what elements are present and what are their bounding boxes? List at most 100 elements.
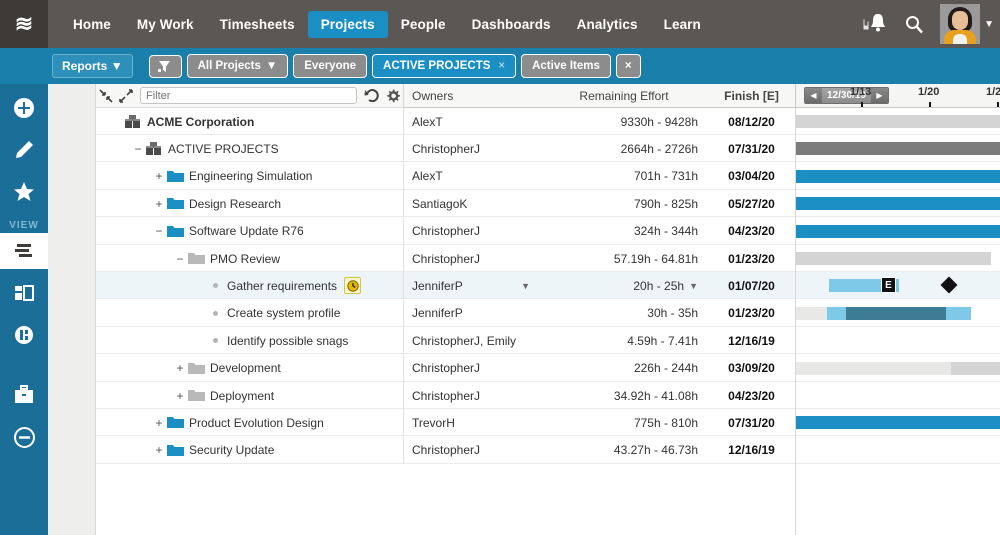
- estimate-badge-icon[interactable]: E: [881, 277, 896, 294]
- table-row[interactable]: − Software Update R76 ChristopherJ 324h - 3…: [96, 217, 1000, 245]
- table-row[interactable]: − ACTIVE PROJECTS ChristopherJ 2664h - 2726…: [96, 135, 1000, 163]
- nav-item-projects[interactable]: Projects: [307, 10, 388, 38]
- row-name-cell[interactable]: + Development: [96, 355, 403, 382]
- expand-toggle-icon[interactable]: +: [152, 443, 166, 457]
- remaining-effort-cell[interactable]: 43.27h - 46.73h: [540, 437, 708, 464]
- table-row[interactable]: + Engineering Simulation AlexT 701h - 731h 0…: [96, 162, 1000, 190]
- gantt-bar[interactable]: [796, 306, 827, 320]
- remaining-effort-cell[interactable]: 57.19h - 64.81h: [540, 245, 708, 272]
- gantt-bar[interactable]: [796, 224, 1000, 238]
- gantt-cell[interactable]: [796, 355, 1000, 382]
- gantt-list-icon[interactable]: [0, 233, 48, 269]
- row-name-cell[interactable]: Create system profile: [96, 300, 403, 327]
- effort-chevron-down-icon[interactable]: ▼: [689, 281, 698, 291]
- remaining-effort-cell[interactable]: 9330h - 9428h: [540, 108, 708, 135]
- row-name-cell[interactable]: Identify possible snags: [96, 327, 403, 354]
- owner-cell[interactable]: ChristopherJ: [403, 245, 540, 272]
- favorite-star-icon[interactable]: [0, 174, 48, 210]
- collapse-toggle-icon[interactable]: −: [131, 142, 145, 156]
- finish-date-cell[interactable]: 04/23/20: [708, 382, 796, 409]
- finish-date-cell[interactable]: 05/27/20: [708, 190, 796, 218]
- nav-item-people[interactable]: People: [388, 11, 459, 38]
- owner-cell[interactable]: AlexT: [403, 162, 540, 190]
- gantt-bar[interactable]: [846, 306, 946, 320]
- row-name-cell[interactable]: + Security Update: [96, 437, 403, 464]
- expand-toggle-icon[interactable]: +: [152, 169, 166, 183]
- gantt-cell[interactable]: [796, 108, 1000, 135]
- row-name-cell[interactable]: Gather requirements: [96, 272, 403, 299]
- vertical-scrollbar[interactable]: [996, 108, 1000, 535]
- finish-date-cell[interactable]: 01/23/20: [708, 245, 796, 272]
- owner-cell[interactable]: ChristopherJ: [403, 436, 540, 464]
- gantt-bar[interactable]: [796, 416, 1000, 430]
- finish-date-cell[interactable]: 03/09/20: [708, 354, 796, 382]
- filter-chip-active-items[interactable]: Active Items: [521, 54, 611, 78]
- table-row[interactable]: + Development ChristopherJ 226h - 244h 03/09…: [96, 354, 1000, 382]
- finish-date-cell[interactable]: 01/07/20: [708, 272, 796, 300]
- table-row[interactable]: + Security Update ChristopherJ 43.27h - 46.…: [96, 436, 1000, 464]
- prev-period-arrow-icon[interactable]: ◀: [805, 88, 822, 103]
- add-icon[interactable]: [0, 90, 48, 126]
- owner-cell[interactable]: ChristopherJ: [403, 382, 540, 409]
- reports-button[interactable]: Reports ▼: [52, 54, 133, 78]
- gear-icon[interactable]: [382, 85, 403, 106]
- owner-cell[interactable]: JenniferP: [403, 299, 540, 327]
- gantt-cell[interactable]: [796, 135, 1000, 162]
- filter-funnel-icon[interactable]: [148, 54, 182, 78]
- table-row[interactable]: − PMO Review ChristopherJ 57.19h - 64.81h 01…: [96, 245, 1000, 272]
- owner-cell[interactable]: ChristopherJ: [403, 217, 540, 245]
- edit-pencil-icon[interactable]: [0, 132, 48, 168]
- gantt-bar[interactable]: [796, 197, 1000, 211]
- column-header-finish[interactable]: Finish [E]: [708, 84, 796, 108]
- collapse-toggle-icon[interactable]: −: [173, 252, 187, 266]
- gantt-cell[interactable]: [796, 409, 1000, 436]
- owner-cell[interactable]: AlexT: [403, 108, 540, 135]
- collapse-toggle-icon[interactable]: −: [152, 224, 166, 238]
- owner-chevron-down-icon[interactable]: ▼: [521, 281, 530, 291]
- remaining-effort-cell[interactable]: 20h - 25h ▼: [540, 272, 708, 299]
- collapse-arrows-icon[interactable]: [96, 86, 116, 106]
- row-name-cell[interactable]: + Engineering Simulation: [96, 163, 403, 190]
- table-row[interactable]: + Product Evolution Design TrevorH 775h - 8…: [96, 409, 1000, 437]
- gantt-cell[interactable]: [796, 382, 1000, 409]
- owner-cell[interactable]: ChristopherJ: [403, 354, 540, 382]
- finish-date-cell[interactable]: 12/16/19: [708, 327, 796, 355]
- finish-date-cell[interactable]: 08/12/20: [708, 108, 796, 135]
- undo-icon[interactable]: [361, 85, 382, 106]
- minus-circle-icon[interactable]: [0, 419, 48, 455]
- table-row[interactable]: + Deployment ChristopherJ 34.92h - 41.08h 04…: [96, 382, 1000, 409]
- gantt-cell[interactable]: E: [796, 300, 1000, 327]
- finish-date-cell[interactable]: 07/31/20: [708, 135, 796, 163]
- remaining-effort-cell[interactable]: 324h - 344h: [540, 218, 708, 245]
- table-row[interactable]: ACME Corporation AlexT 9330h - 9428h 08/12/…: [96, 108, 1000, 135]
- filter-chip-active-projects[interactable]: ACTIVE PROJECTS ×: [372, 54, 517, 78]
- row-name-cell[interactable]: + Product Evolution Design: [96, 409, 403, 436]
- nav-item-home[interactable]: Home: [60, 11, 124, 38]
- expand-toggle-icon[interactable]: +: [173, 389, 187, 403]
- finish-date-cell[interactable]: 12/16/19: [708, 436, 796, 464]
- remaining-effort-cell[interactable]: 226h - 244h: [540, 355, 708, 382]
- row-name-cell[interactable]: + Deployment: [96, 382, 403, 409]
- chip-close-icon[interactable]: ×: [498, 60, 505, 72]
- gantt-bar[interactable]: [796, 142, 1000, 156]
- gantt-cell[interactable]: [796, 327, 1000, 354]
- briefcase-icon[interactable]: [0, 377, 48, 413]
- remaining-effort-cell[interactable]: 34.92h - 41.08h: [540, 382, 708, 409]
- gantt-bar[interactable]: [796, 115, 1000, 128]
- gantt-cell[interactable]: [796, 218, 1000, 245]
- owner-cell[interactable]: ChristopherJ: [403, 135, 540, 163]
- gantt-bar[interactable]: [951, 361, 1000, 375]
- finish-date-cell[interactable]: 04/23/20: [708, 217, 796, 245]
- budget-circle-icon[interactable]: [0, 317, 48, 353]
- filter-input[interactable]: [140, 87, 357, 104]
- finish-date-cell[interactable]: 01/23/20: [708, 299, 796, 327]
- nav-item-dashboards[interactable]: Dashboards: [459, 11, 564, 38]
- gantt-bar[interactable]: [796, 252, 991, 265]
- row-name-cell[interactable]: + Design Research: [96, 190, 403, 217]
- remaining-effort-cell[interactable]: 30h - 35h: [540, 300, 708, 327]
- nav-item-my-work[interactable]: My Work: [124, 11, 207, 38]
- gantt-cell[interactable]: [796, 437, 1000, 464]
- remaining-effort-cell[interactable]: 2664h - 2726h: [540, 135, 708, 162]
- next-period-arrow-icon[interactable]: ▶: [870, 88, 888, 103]
- row-name-cell[interactable]: − Software Update R76: [96, 218, 403, 245]
